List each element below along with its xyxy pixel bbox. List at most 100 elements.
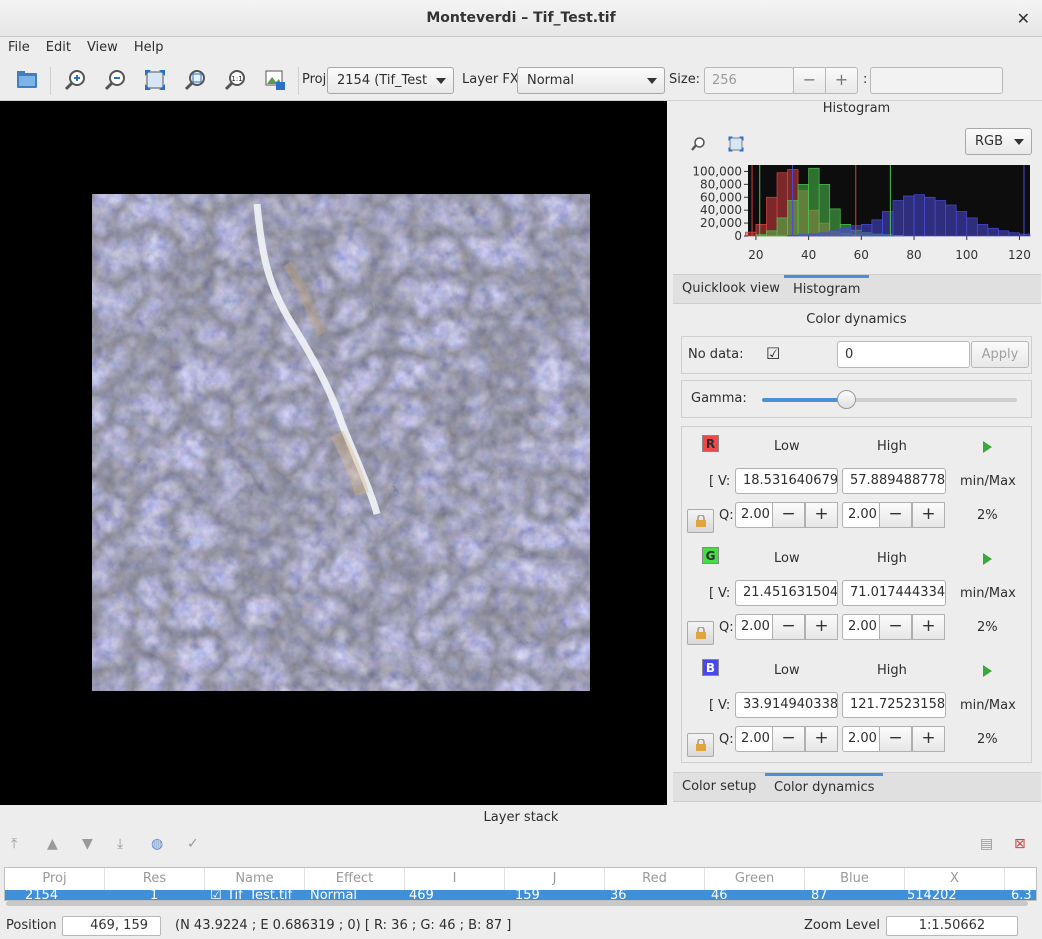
high-quantile-input[interactable]: 2.00 — [842, 614, 884, 640]
low-quantile-decrement[interactable]: − — [772, 502, 805, 528]
q-label: Q: — [719, 508, 734, 523]
column-header[interactable]: Green — [705, 868, 805, 890]
layer-table: Proj Res Name Effect I J Red Green Blue … — [4, 867, 1037, 901]
horizontal-scrollbar[interactable] — [6, 901, 1028, 906]
size-input[interactable]: 256 — [704, 67, 794, 94]
layer-visible-checkbox[interactable]: ☑ — [210, 890, 222, 900]
lock-icon[interactable] — [687, 621, 714, 645]
low-quantile-decrement[interactable]: − — [772, 614, 805, 640]
move-bottom-icon[interactable]: ⤓ — [117, 836, 123, 852]
low-quantile-increment[interactable]: + — [805, 502, 838, 528]
histogram-bar — [1019, 233, 1031, 237]
move-up-icon[interactable]: ▲ — [47, 836, 58, 852]
column-header[interactable]: J — [505, 868, 605, 890]
satellite-image[interactable] — [92, 194, 590, 691]
table-row[interactable]: 2154 1 ☑ Tif_Test.tif Normal 469 159 36 … — [5, 890, 1036, 901]
low-quantile-increment[interactable]: + — [805, 614, 838, 640]
zoom-icon[interactable] — [683, 129, 713, 159]
delete-all-icon[interactable]: ⊠ — [1014, 836, 1026, 852]
column-header[interactable]: Name — [205, 868, 305, 890]
zoom-out-icon[interactable] — [100, 65, 130, 95]
high-quantile-decrement[interactable]: − — [879, 614, 912, 640]
v-label: V: — [718, 586, 731, 601]
menu-view[interactable]: View — [79, 37, 126, 55]
column-header[interactable]: Proj — [5, 868, 105, 890]
column-header[interactable]: I — [405, 868, 505, 890]
low-quantile-decrement[interactable]: − — [772, 726, 805, 752]
y-tick-label: 100,000 — [692, 164, 742, 178]
histogram-bar — [766, 230, 778, 237]
low-value-input[interactable]: 18.531640679 — [735, 468, 838, 494]
lock-icon[interactable] — [687, 733, 714, 757]
apply-button[interactable]: Apply — [971, 341, 1029, 368]
delete-layer-icon[interactable]: ▤ — [980, 836, 993, 852]
menu-edit[interactable]: Edit — [38, 37, 79, 55]
high-quantile-decrement[interactable]: − — [879, 502, 912, 528]
zoom-extent-icon[interactable] — [140, 65, 170, 95]
no-data-value-input[interactable]: 0 — [837, 341, 970, 368]
high-quantile-input[interactable]: 2.00 — [842, 726, 884, 752]
no-data-checkbox[interactable]: ☑ — [766, 344, 780, 363]
high-value-input[interactable]: 121.72523158 — [842, 692, 946, 718]
column-header[interactable]: Red — [605, 868, 705, 890]
play-icon[interactable] — [983, 665, 992, 677]
tab-histogram[interactable]: Histogram — [784, 275, 870, 303]
high-quantile-increment[interactable]: + — [912, 614, 945, 640]
proj-select-value: 2154 (Tif_Test — [337, 73, 428, 88]
low-quantile-input[interactable]: 2.00 — [735, 502, 777, 528]
check-icon[interactable]: ✓ — [187, 836, 199, 852]
column-header[interactable]: X — [905, 868, 1005, 890]
close-icon[interactable]: ✕ — [1017, 0, 1030, 37]
proj-select[interactable]: 2154 (Tif_Test — [327, 67, 454, 94]
gamma-slider-handle[interactable] — [837, 390, 857, 409]
high-quantile-increment[interactable]: + — [912, 502, 945, 528]
high-quantile-input[interactable]: 2.00 — [842, 502, 884, 528]
high-value-input[interactable]: 71.017444334 — [842, 580, 946, 606]
cell-i: 469 — [409, 890, 434, 901]
play-icon[interactable] — [983, 553, 992, 565]
low-value-input[interactable]: 33.914940338 — [735, 692, 838, 718]
tab-color-setup[interactable]: Color setup — [673, 773, 765, 801]
column-header[interactable]: Res — [105, 868, 205, 890]
zoom-layer-icon[interactable] — [180, 65, 210, 95]
no-data-row: No data: ☑ 0 Apply — [681, 336, 1032, 374]
low-quantile-input[interactable]: 2.00 — [735, 726, 777, 752]
menu-file[interactable]: File — [0, 37, 38, 55]
column-header[interactable]: Blue — [805, 868, 905, 890]
zoom-in-icon[interactable] — [60, 65, 90, 95]
high-quantile-decrement[interactable]: − — [879, 726, 912, 752]
tab-quicklook-view[interactable]: Quicklook view — [673, 275, 789, 303]
high-value-input[interactable]: 57.889488778 — [842, 468, 946, 494]
move-down-icon[interactable]: ▼ — [82, 836, 93, 852]
size-decrement-button[interactable]: − — [793, 67, 826, 94]
extra-input[interactable] — [870, 67, 1003, 94]
lock-icon[interactable] — [687, 509, 714, 533]
histogram-bar — [745, 231, 757, 237]
position-label: Position — [6, 918, 57, 933]
y-tick-label: 60,000 — [700, 190, 742, 204]
high-quantile-increment[interactable]: + — [912, 726, 945, 752]
histogram-bar — [766, 196, 778, 237]
zoom-1-1-icon[interactable]: 1:1 — [220, 65, 250, 95]
globe-icon[interactable]: ◍ — [151, 836, 163, 852]
channel-blue: B Low High [ V: 33.914940338 121.7252315… — [681, 650, 1032, 762]
open-folder-icon[interactable] — [12, 65, 42, 95]
menu-help[interactable]: Help — [126, 37, 172, 55]
gamma-slider-fill — [762, 398, 847, 402]
gamma-row: Gamma: — [681, 380, 1032, 418]
low-value-input[interactable]: 21.451631504 — [735, 580, 838, 606]
histogram-chart[interactable]: 100,00080,00060,00040,00020,0000 20 40 60 80… — [671, 161, 1042, 271]
histogram-mode-select[interactable]: RGB — [965, 128, 1032, 155]
column-header[interactable]: Effect — [305, 868, 405, 890]
play-icon[interactable] — [983, 441, 992, 453]
low-quantile-increment[interactable]: + — [805, 726, 838, 752]
image-viewer[interactable] — [0, 101, 667, 805]
tab-color-dynamics[interactable]: Color dynamics — [765, 773, 884, 801]
size-increment-button[interactable]: + — [825, 67, 858, 94]
layer-fx-select[interactable]: Normal — [517, 67, 665, 94]
export-image-icon[interactable] — [260, 65, 290, 95]
move-top-icon[interactable]: ⤒ — [11, 836, 17, 852]
gamma-slider[interactable] — [762, 390, 1017, 409]
low-quantile-input[interactable]: 2.00 — [735, 614, 777, 640]
fit-extent-icon[interactable] — [721, 129, 751, 159]
